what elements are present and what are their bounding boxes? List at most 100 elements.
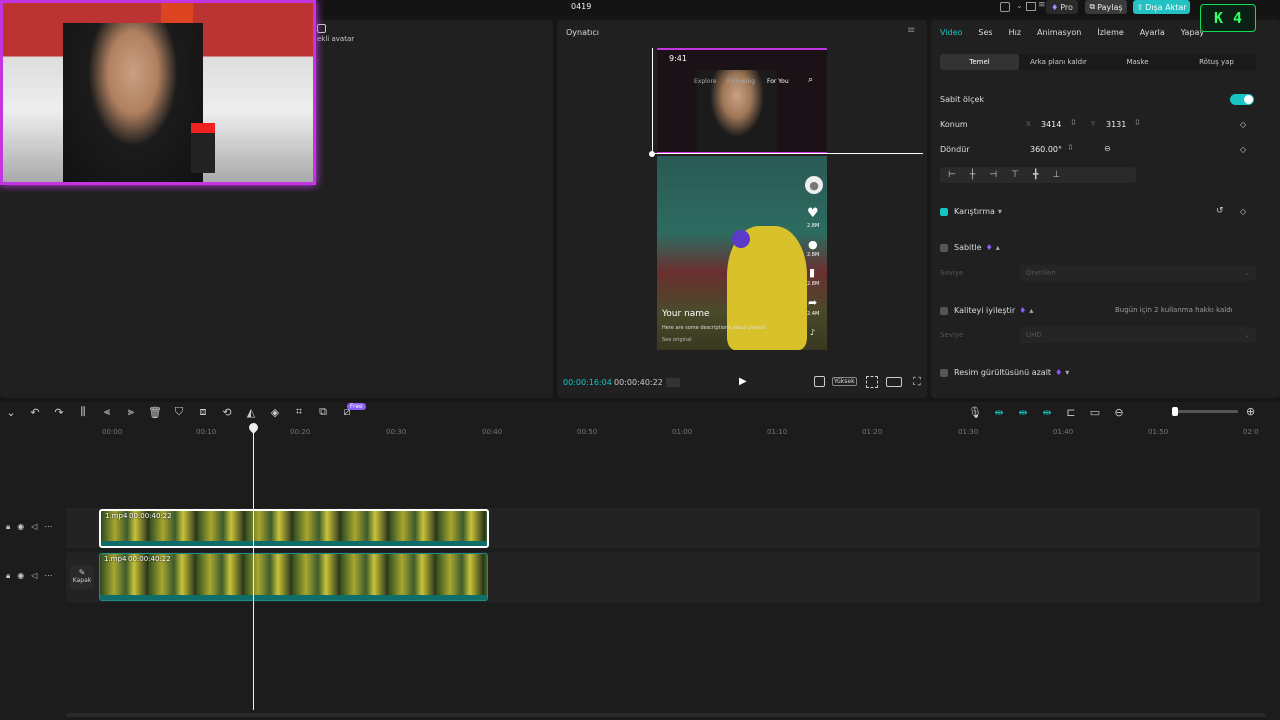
rotate-stepper-icon[interactable]: ⇳	[1067, 143, 1074, 152]
speaker-icon[interactable]: ◁	[31, 522, 37, 532]
menu-icon[interactable]: ≡	[1038, 0, 1046, 10]
mirror-icon[interactable]: ◭	[244, 405, 258, 419]
fullscreen-icon[interactable]: ⛶	[913, 375, 921, 389]
mic-icon[interactable]: 🎙	[968, 405, 982, 419]
tab-tracking[interactable]: İzleme	[1097, 28, 1123, 37]
enhance-checkbox[interactable]	[940, 306, 948, 315]
undo-icon[interactable]: ↶	[28, 405, 42, 419]
snap-icon[interactable]: ⇹	[1040, 405, 1054, 419]
playhead[interactable]	[253, 424, 254, 710]
resize-icon[interactable]: ⧉	[316, 405, 330, 419]
x-input[interactable]: 3414	[1041, 120, 1061, 129]
timecode-grid-icon[interactable]	[666, 378, 680, 387]
chevron-down-icon[interactable]: ▾	[1065, 368, 1069, 377]
stabilize-level-select[interactable]: Önerilen ⌄	[1020, 265, 1256, 281]
lock-icon[interactable]: 🔒︎	[6, 571, 10, 581]
stabilize-level-value: Önerilen	[1026, 269, 1056, 277]
select-chevron-icon[interactable]: ⌄	[4, 405, 18, 419]
tab-speed[interactable]: Hız	[1009, 28, 1021, 37]
split-left-icon[interactable]: ⫷	[100, 405, 114, 419]
chevron-up-icon[interactable]: ▴	[996, 243, 1000, 252]
tab-audio[interactable]: Ses	[978, 28, 992, 37]
player-menu-icon[interactable]: ≡	[907, 25, 915, 36]
subtab-basic[interactable]: Temel	[940, 54, 1019, 70]
subtab-remove-bg[interactable]: Arka planı kaldır	[1019, 54, 1098, 70]
layout-icon[interactable]	[1000, 2, 1010, 12]
monitor-icon[interactable]	[1026, 2, 1036, 11]
link-icon[interactable]: ⇹	[1016, 405, 1030, 419]
quality-button[interactable]: Yüksek	[832, 377, 857, 386]
avatar-icon[interactable]	[317, 24, 326, 33]
subtab-retouch[interactable]: Rötuş yap	[1177, 54, 1256, 70]
align-right-icon[interactable]: ⊣	[989, 170, 997, 180]
preview-video-frame: ● ♥ 2.8M ● 2.8M ▮ 2.8M ➦ 2.4M ♪ Your nam…	[657, 156, 827, 350]
share-button[interactable]: ⧉ Paylaş	[1085, 0, 1127, 14]
y-axis-label: Y	[1091, 120, 1096, 128]
denoise-checkbox[interactable]	[940, 368, 948, 377]
y-input[interactable]: 3131	[1106, 120, 1126, 129]
rotate-icon[interactable]: ◈	[268, 405, 282, 419]
align-top-icon[interactable]: ⊤	[1011, 170, 1019, 180]
align-center-icon[interactable]: ┼	[970, 170, 975, 180]
delete-icon[interactable]: 🗑	[148, 405, 162, 419]
blend-keyframe-icon[interactable]: ◇	[1240, 207, 1246, 216]
chevron-down-icon[interactable]: ⌄	[1016, 1, 1023, 10]
eye-icon[interactable]: ◉	[17, 571, 24, 581]
stabilize-checkbox[interactable]	[940, 243, 948, 252]
x-stepper-icon[interactable]: ⇳	[1070, 118, 1077, 127]
subtab-mask[interactable]: Maske	[1098, 54, 1177, 70]
phone-username: Your name	[662, 309, 710, 319]
reset-icon[interactable]: ↺	[1216, 206, 1224, 216]
zoom-out-icon[interactable]: ⊖	[1112, 405, 1126, 419]
horizontal-scrollbar[interactable]	[66, 713, 1266, 717]
clip-duration: 00:00:40:22	[128, 555, 171, 563]
subtitle-icon[interactable]: ▭	[1088, 405, 1102, 419]
more-icon[interactable]: ⋯	[44, 522, 52, 532]
chevron-up-icon[interactable]: ▴	[1029, 306, 1033, 315]
rotate-dial-icon[interactable]: ⊖	[1104, 144, 1111, 153]
shield-icon[interactable]: ⛉	[172, 405, 186, 419]
crop-icon[interactable]: ⌗	[292, 405, 306, 419]
tab-video[interactable]: Video	[940, 28, 962, 37]
split-icon[interactable]: ⫼	[76, 405, 90, 419]
avatar-label[interactable]: ekli avatar	[317, 35, 354, 43]
y-stepper-icon[interactable]: ⇳	[1134, 118, 1141, 127]
align-middle-icon[interactable]: ╋	[1033, 170, 1038, 180]
split-right-icon[interactable]: ⫸	[124, 405, 138, 419]
ratio-icon[interactable]	[886, 377, 902, 387]
reverse-icon[interactable]: ⟲	[220, 405, 234, 419]
more-icon[interactable]: ⋯	[44, 571, 52, 581]
speaker-icon[interactable]: ◁	[31, 571, 37, 581]
eye-icon[interactable]: ◉	[17, 522, 24, 532]
main-clip[interactable]: 1.mp4 00:00:40:22	[99, 553, 488, 601]
fixed-scale-toggle[interactable]	[1230, 94, 1254, 105]
stabilize-label: Sabitle	[954, 243, 982, 252]
align-bottom-icon[interactable]: ⊥	[1052, 170, 1060, 180]
snapshot-icon[interactable]	[814, 376, 825, 387]
enhance-level-select[interactable]: UHD ⌄	[1020, 327, 1256, 343]
overlay-clip[interactable]: 1.mp4 00:00:40:22	[99, 509, 489, 548]
align-left-icon[interactable]: ⊢	[948, 170, 956, 180]
export-button[interactable]: ⇧ Dışa Aktar	[1133, 0, 1190, 14]
rotate-input[interactable]: 360.00°	[1030, 145, 1062, 154]
zoom-slider[interactable]	[1172, 407, 1238, 416]
redo-icon[interactable]: ↷	[52, 405, 66, 419]
zoom-slider-handle[interactable]	[1172, 407, 1178, 416]
zoom-in-icon[interactable]: ⊕	[1246, 405, 1255, 418]
preview-axis-icon[interactable]: ⊏	[1064, 405, 1078, 419]
tab-animation[interactable]: Animasyon	[1037, 28, 1081, 37]
tab-adjust[interactable]: Ayarla	[1140, 28, 1165, 37]
pro-button[interactable]: ♦ Pro	[1046, 0, 1078, 14]
link-main-icon[interactable]: ⇹	[992, 405, 1006, 419]
selection-handle[interactable]	[649, 151, 655, 157]
freeze-icon[interactable]: ⧈	[196, 405, 210, 419]
phone-tab-explore: Explore	[694, 78, 717, 85]
chevron-down-icon[interactable]: ▾	[998, 207, 1002, 216]
play-button[interactable]: ▶	[739, 376, 747, 387]
focus-icon[interactable]	[866, 376, 878, 388]
keyframe-icon[interactable]: ◇	[1240, 120, 1246, 129]
lock-icon[interactable]: 🔒︎	[6, 522, 10, 532]
cover-button[interactable]: ✎ Kapak	[70, 565, 94, 589]
rotate-keyframe-icon[interactable]: ◇	[1240, 145, 1246, 154]
blend-checkbox[interactable]	[940, 207, 948, 216]
